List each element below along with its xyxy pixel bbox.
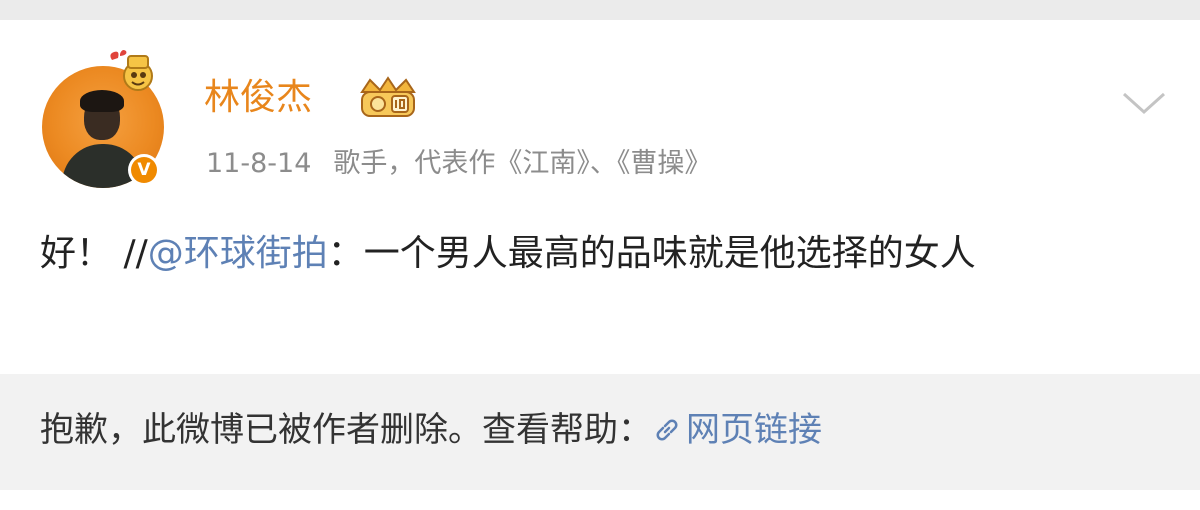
web-link[interactable]: 网页链接 bbox=[652, 410, 822, 450]
post-meta: 11-8-14 歌手，代表作《江南》、《曹操》 bbox=[206, 146, 711, 182]
post-card bbox=[0, 20, 1200, 374]
avatar-pendant-icon bbox=[110, 50, 153, 91]
chevron-down-icon[interactable] bbox=[1120, 88, 1168, 116]
member-crown-badge-icon[interactable] bbox=[356, 74, 420, 124]
post-text-suffix: ：一个男人最高的品味就是他选择的女人 bbox=[327, 233, 976, 274]
bottom-separator bbox=[0, 490, 1200, 510]
top-separator bbox=[0, 0, 1200, 20]
post-date: 11-8-14 bbox=[206, 148, 312, 179]
mention-link[interactable]: @环球街拍 bbox=[148, 233, 328, 274]
post-body: 好！ //@环球街拍：一个男人最高的品味就是他选择的女人 bbox=[40, 228, 1160, 280]
author-name[interactable]: 林俊杰 bbox=[204, 76, 312, 120]
deleted-notice: 抱歉，此微博已被作者删除。查看帮助： 网页链接 bbox=[40, 404, 822, 456]
web-link-label: 网页链接 bbox=[686, 410, 822, 450]
deleted-message: 抱歉，此微博已被作者删除。查看帮助： bbox=[40, 410, 652, 450]
link-chain-icon bbox=[656, 419, 678, 441]
verified-v-icon: V bbox=[128, 154, 160, 186]
author-bio: 歌手，代表作《江南》、《曹操》 bbox=[333, 148, 712, 179]
post-text-prefix: 好！ // bbox=[40, 233, 148, 274]
